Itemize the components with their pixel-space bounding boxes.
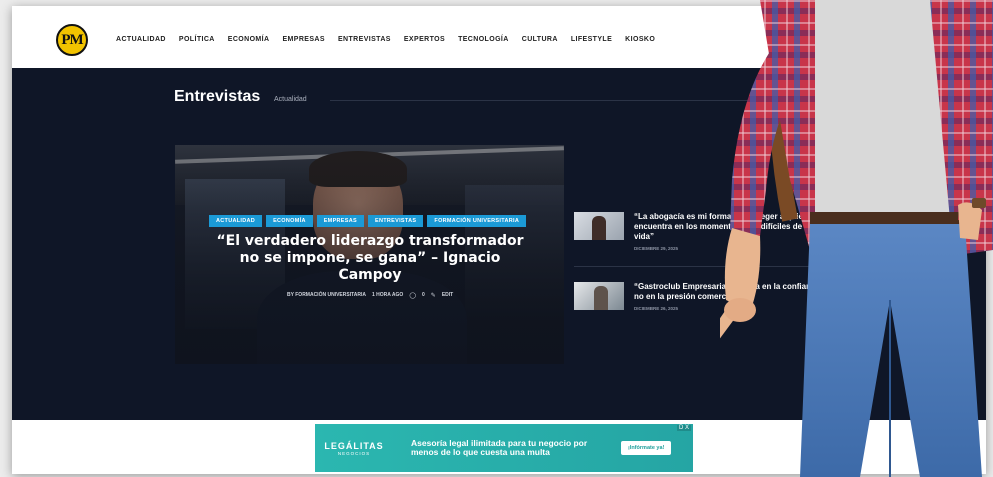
section-title[interactable]: Entrevistas — [174, 88, 260, 106]
article-tags: Actualidad Economía Empresas Entrevistas… — [209, 215, 527, 227]
ad-brand: LEGÁLITAS NEGOCIOS — [315, 441, 393, 456]
top-navigation: PM Actualidad Política Economía Empresas… — [12, 6, 986, 68]
advertisement-banner[interactable]: LEGÁLITAS NEGOCIOS Asesoría legal ilimit… — [315, 424, 693, 472]
side-article-2-date: Diciembre 26, 2025 — [634, 306, 679, 311]
browser-page: PM Actualidad Política Economía Empresas… — [12, 6, 986, 474]
ad-close-button[interactable]: D X — [676, 425, 691, 431]
tag-empresas[interactable]: Empresas — [316, 215, 364, 227]
nav-item-cultura[interactable]: Cultura — [522, 36, 558, 43]
nav-item-economia[interactable]: Economía — [228, 36, 270, 43]
nav-item-empresas[interactable]: Empresas — [282, 36, 325, 43]
featured-article[interactable]: Actualidad Economía Empresas Entrevistas… — [175, 145, 564, 364]
logo-text: PM — [61, 31, 83, 48]
byline-time: 1 hora ago — [371, 292, 404, 298]
section-subtitle[interactable]: Actualidad — [274, 96, 307, 103]
nav-item-politica[interactable]: Política — [179, 36, 215, 43]
side-article-1-title[interactable]: “La abogacía es mi forma de proteger a q… — [634, 212, 824, 242]
comments-icon[interactable]: ◯ — [409, 292, 416, 299]
nav-item-kiosko[interactable]: Kiosko — [625, 36, 655, 43]
ad-cta-button[interactable]: ¡Infórmate ya! — [621, 441, 672, 455]
main-menu: Actualidad Política Economía Empresas En… — [116, 36, 668, 43]
side-article-2-title[interactable]: “Gastroclub Empresarial se basa en la co… — [634, 282, 824, 302]
ad-brand-sub: NEGOCIOS — [337, 450, 371, 456]
edit-icon[interactable]: ✎ — [431, 292, 436, 299]
side-divider — [574, 266, 846, 267]
thumbnail-figure — [592, 216, 606, 240]
side-article-2-thumbnail[interactable] — [574, 282, 624, 310]
ad-copy: Asesoría legal ilimitada para tu negocio… — [411, 438, 588, 457]
site-logo[interactable]: PM — [56, 24, 88, 56]
nav-item-tecnologia[interactable]: Tecnología — [458, 36, 509, 43]
byline-edit[interactable]: Edit — [442, 292, 453, 299]
side-article-2[interactable]: “Gastroclub Empresarial se basa en la co… — [574, 282, 824, 311]
nav-item-actualidad[interactable]: Actualidad — [116, 36, 166, 43]
side-article-1-date: Diciembre 29, 2025 — [634, 246, 679, 251]
ad-brand-name: LEGÁLITAS — [324, 440, 384, 451]
tag-actualidad[interactable]: Actualidad — [209, 215, 263, 227]
side-article-1-thumbnail[interactable] — [574, 212, 624, 240]
side-article-1[interactable]: “La abogacía es mi forma de proteger a q… — [574, 212, 824, 251]
hero-section: Entrevistas Actualidad Actualidad Econom… — [12, 68, 986, 420]
thumbnail-figure — [594, 286, 608, 310]
nav-item-lifestyle[interactable]: Lifestyle — [571, 36, 612, 43]
tag-economia[interactable]: Economía — [266, 215, 313, 227]
nav-item-entrevistas[interactable]: Entrevistas — [338, 36, 391, 43]
featured-headline[interactable]: “El verdadero liderazgo transformador no… — [215, 233, 525, 284]
section-divider — [330, 100, 760, 101]
nav-item-expertos[interactable]: Expertos — [404, 36, 445, 43]
tag-formacion-universitaria[interactable]: Formación Universitaria — [427, 215, 527, 227]
byline-author[interactable]: By Formación Universitaria — [287, 292, 366, 299]
article-byline: By Formación Universitaria 1 hora ago ◯ … — [287, 292, 453, 299]
byline-comments[interactable]: 0 — [422, 292, 425, 299]
tag-entrevistas[interactable]: Entrevistas — [368, 215, 424, 227]
